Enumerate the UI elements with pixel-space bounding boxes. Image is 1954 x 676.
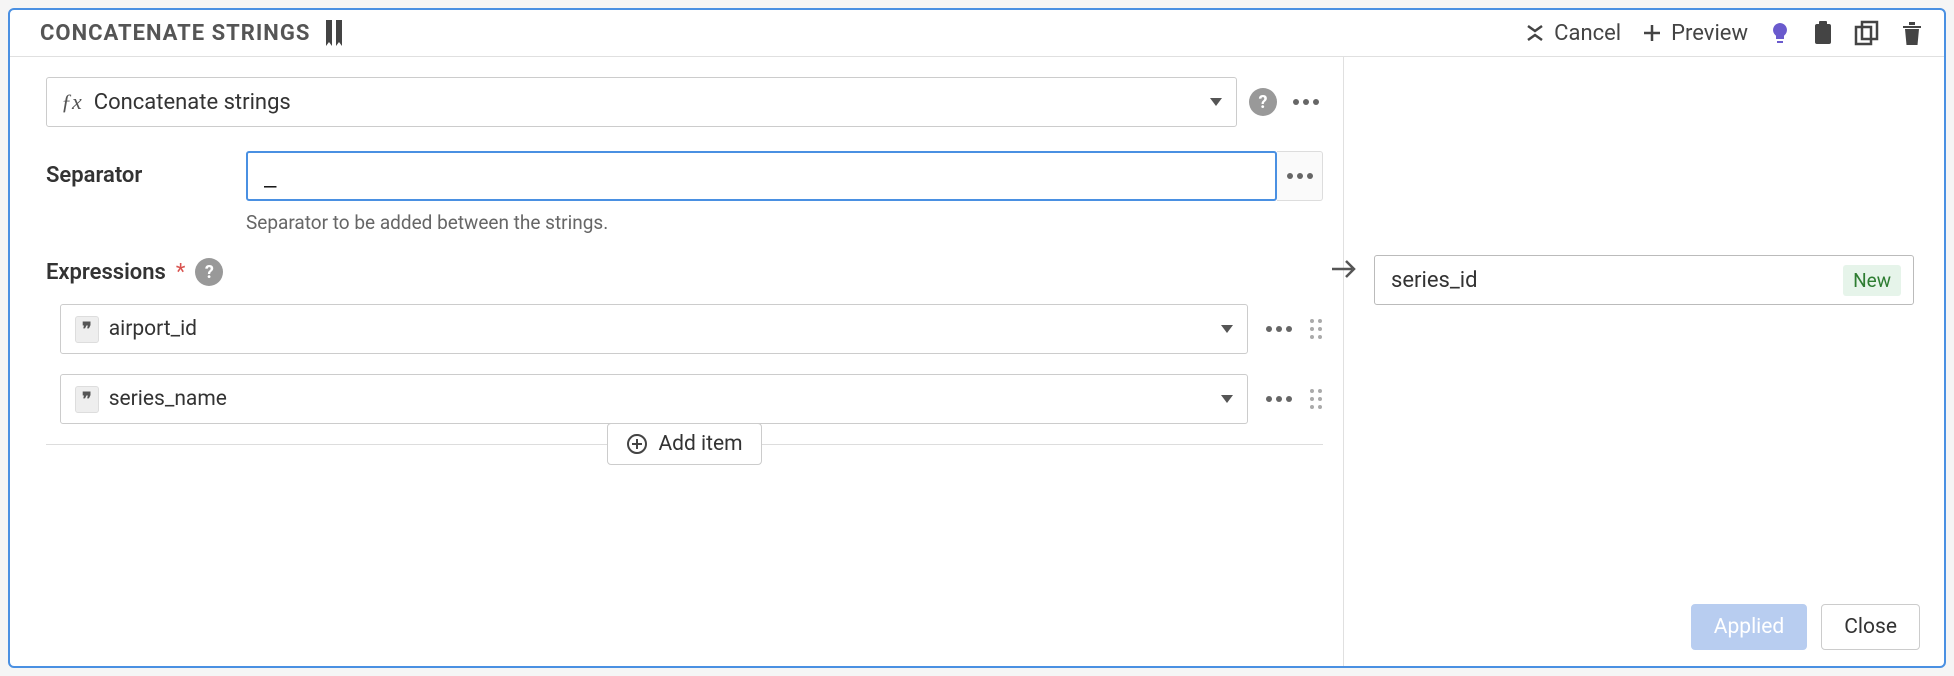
left-column: ƒx Concatenate strings ? Separator [10, 57, 1344, 666]
separator-input[interactable] [246, 151, 1277, 201]
chevron-down-icon [1221, 395, 1233, 403]
copy-icon[interactable] [1854, 20, 1880, 46]
output-arrow-icon [1330, 257, 1358, 281]
plus-circle-icon [626, 433, 648, 455]
trash-icon[interactable] [1900, 20, 1924, 46]
close-button[interactable]: Close [1821, 604, 1920, 650]
expression-name: airport_id [109, 317, 197, 341]
new-badge: New [1843, 265, 1901, 296]
expressions-label: Expressions [46, 260, 166, 285]
concatenate-strings-panel: CONCATENATE STRINGS Cancel Preview [8, 8, 1946, 668]
cancel-label: Cancel [1554, 21, 1621, 46]
expression-item-1: ❞ series_name [46, 374, 1323, 424]
separator-help-text: Separator to be added between the string… [246, 211, 1323, 234]
processor-select[interactable]: ƒx Concatenate strings [46, 77, 1237, 127]
expression-item-0: ❞ airport_id [46, 304, 1323, 354]
separator-row: Separator Separator to be added between … [46, 151, 1323, 234]
output-name: series_id [1391, 268, 1478, 293]
preview-button[interactable]: Preview [1641, 21, 1748, 46]
header-right: Cancel Preview [1524, 20, 1924, 46]
drag-handle-icon[interactable] [1310, 389, 1323, 410]
expressions-help-icon[interactable]: ? [195, 258, 223, 286]
output-field[interactable]: series_id New [1374, 255, 1914, 305]
panel-header: CONCATENATE STRINGS Cancel Preview [10, 10, 1944, 57]
processor-label: Concatenate strings [94, 90, 291, 115]
required-indicator: * [176, 260, 185, 285]
bookmark-icon[interactable] [324, 20, 346, 46]
expressions-header: Expressions * ? [46, 258, 1323, 286]
add-item-row: Add item [46, 444, 1323, 487]
expression-select-1[interactable]: ❞ series_name [60, 374, 1248, 424]
string-type-icon: ❞ [75, 386, 99, 413]
expression-more-icon[interactable] [1262, 322, 1296, 336]
lightbulb-icon[interactable] [1768, 21, 1792, 45]
applied-label: Applied [1714, 615, 1784, 639]
drag-handle-icon[interactable] [1310, 319, 1323, 340]
help-icon[interactable]: ? [1249, 88, 1277, 116]
add-item-label: Add item [658, 432, 742, 456]
separator-label: Separator [46, 151, 226, 188]
expression-name: series_name [109, 387, 227, 411]
expression-more-icon[interactable] [1262, 392, 1296, 406]
chevron-down-icon [1210, 98, 1222, 106]
string-type-icon: ❞ [75, 316, 99, 343]
applied-button[interactable]: Applied [1691, 604, 1807, 650]
expression-select-0[interactable]: ❞ airport_id [60, 304, 1248, 354]
plus-icon [1641, 22, 1663, 44]
panel-body: ƒx Concatenate strings ? Separator [10, 57, 1944, 666]
processor-row: ƒx Concatenate strings ? [46, 77, 1323, 127]
chevron-down-icon [1221, 325, 1233, 333]
more-icon [1283, 169, 1317, 183]
collapse-icon [1524, 22, 1546, 44]
cancel-button[interactable]: Cancel [1524, 21, 1621, 46]
fx-icon: ƒx [61, 89, 82, 115]
add-item-button[interactable]: Add item [607, 423, 761, 465]
header-left: CONCATENATE STRINGS [40, 20, 346, 46]
preview-label: Preview [1671, 21, 1748, 46]
right-column: series_id New [1344, 57, 1944, 666]
clipboard-icon[interactable] [1812, 20, 1834, 46]
close-label: Close [1844, 615, 1897, 639]
panel-title: CONCATENATE STRINGS [40, 21, 310, 46]
separator-more-button[interactable] [1277, 151, 1323, 201]
panel-footer: Applied Close [1691, 604, 1920, 650]
processor-more-icon[interactable] [1289, 95, 1323, 109]
